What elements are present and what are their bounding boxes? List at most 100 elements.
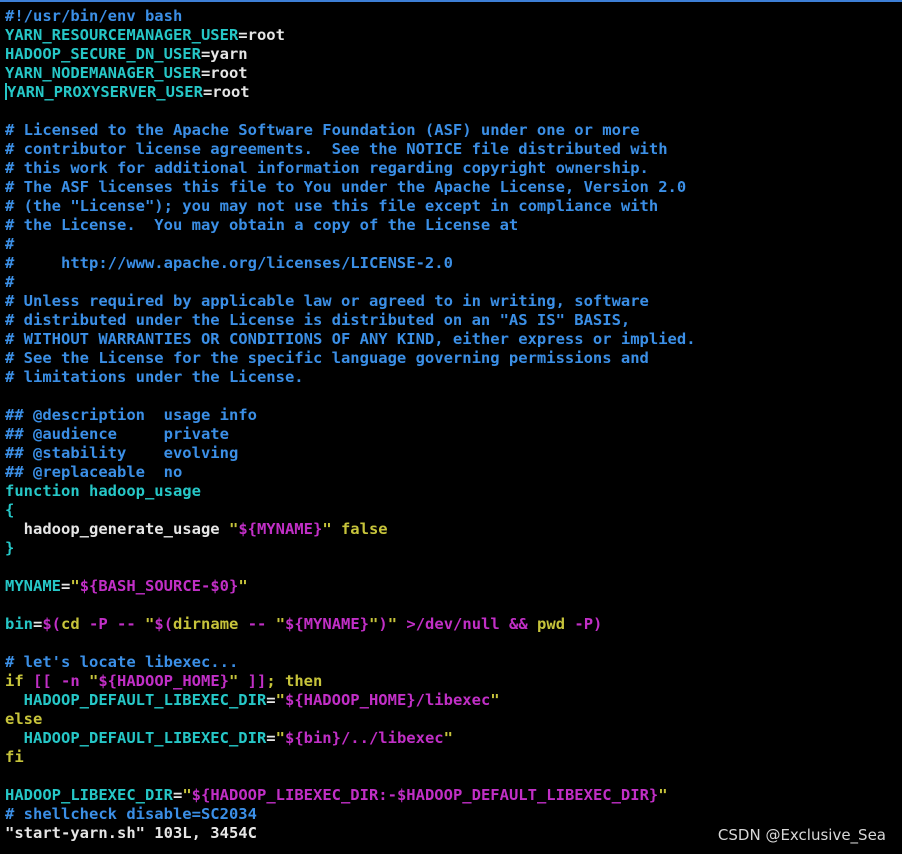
code-line[interactable]: bin=$(cd -P -- "$(dirname -- "${MYNAME}"…: [5, 615, 696, 634]
code-line[interactable]: # The ASF licenses this file to You unde…: [5, 178, 696, 197]
code-line[interactable]: }: [5, 539, 696, 558]
code-line[interactable]: # (the "License"); you may not use this …: [5, 197, 696, 216]
code-line[interactable]: YARN_PROXYSERVER_USER=root: [5, 83, 696, 102]
code-line[interactable]: [5, 767, 696, 786]
terminal-window[interactable]: #!/usr/bin/env bash YARN_RESOURCEMANAGER_…: [0, 0, 902, 854]
code-line[interactable]: HADOOP_DEFAULT_LIBEXEC_DIR="${bin}/../li…: [5, 729, 696, 748]
code-token: # The ASF licenses this file to You unde…: [5, 178, 687, 196]
code-token: pwd: [537, 615, 575, 633]
code-line[interactable]: [5, 634, 696, 653]
code-line[interactable]: ## @description usage info: [5, 406, 696, 425]
code-line[interactable]: [5, 558, 696, 577]
code-token: function hadoop_usage: [5, 482, 201, 500]
code-line[interactable]: function hadoop_usage: [5, 482, 696, 501]
code-token: ": [275, 729, 285, 747]
code-token: # contributor license agreements. See th…: [5, 140, 668, 158]
code-token: YARN_RESOURCEMANAGER_USER: [5, 26, 239, 44]
code-token: =: [266, 691, 276, 709]
code-line[interactable]: [5, 596, 696, 615]
code-token: #: [5, 273, 15, 291]
code-line[interactable]: [5, 387, 696, 406]
code-line[interactable]: #!/usr/bin/env bash: [5, 7, 696, 26]
code-token: ${MYNAME}: [285, 615, 370, 633]
code-line[interactable]: # Licensed to the Apache Software Founda…: [5, 121, 696, 140]
code-token: dirname: [173, 615, 248, 633]
code-token: YARN_PROXYSERVER_USER: [7, 83, 203, 101]
code-token: # shellcheck disable=SC2034: [5, 805, 257, 823]
code-token: # Licensed to the Apache Software Founda…: [5, 121, 640, 139]
code-token: ": [182, 786, 192, 804]
code-token: ": [658, 786, 668, 804]
code-line[interactable]: # http://www.apache.org/licenses/LICENSE…: [5, 254, 696, 273]
code-token: ): [378, 615, 388, 633]
code-token: {: [5, 501, 15, 519]
code-token: ]]: [247, 672, 267, 690]
code-token: ": [275, 615, 286, 633]
code-line[interactable]: MYNAME="${BASH_SOURCE-$0}": [5, 577, 696, 596]
code-line[interactable]: #: [5, 235, 696, 254]
code-line[interactable]: else: [5, 710, 696, 729]
code-line[interactable]: HADOOP_DEFAULT_LIBEXEC_DIR= "${HADOOP_HOM…: [5, 691, 696, 710]
code-token: =: [33, 615, 43, 633]
code-token: ; then: [266, 672, 323, 690]
code-line[interactable]: ## @stability evolving: [5, 444, 696, 463]
code-token: HADOOP_DEFAULT_LIBEXEC_DIR: [5, 729, 267, 747]
code-line[interactable]: YARN_NODEMANAGER_USER=root: [5, 64, 696, 83]
code-token: =root: [202, 83, 250, 101]
code-line[interactable]: # contributor license agreements. See th…: [5, 140, 696, 159]
code-line[interactable]: YARN_RESOURCEMANAGER_USER=root: [5, 26, 696, 45]
code-token: ": [145, 615, 155, 633]
code-token: =: [61, 577, 71, 595]
code-token: [[ -n: [33, 672, 89, 690]
code-token: ": [70, 577, 80, 595]
code-line[interactable]: fi: [5, 748, 696, 767]
code-token: # See the License for the specific langu…: [5, 349, 649, 367]
code-token: ": [490, 691, 500, 709]
code-token: >/dev/null &&: [406, 615, 538, 633]
code-token: ": [89, 672, 99, 690]
code-token: =yarn: [200, 45, 248, 63]
code-line[interactable]: HADOOP_SECURE_DN_USER=yarn: [5, 45, 696, 64]
code-line[interactable]: # let's locate libexec...: [5, 653, 696, 672]
code-line[interactable]: # WITHOUT WARRANTIES OR CONDITIONS OF AN…: [5, 330, 696, 349]
code-token: # http://www.apache.org/licenses/LICENSE…: [5, 254, 453, 272]
code-line[interactable]: #: [5, 273, 696, 292]
code-token: ": [369, 615, 379, 633]
code-token: # distributed under the License is distr…: [5, 311, 631, 329]
code-token: ${HADOOP_HOME}/libexec: [284, 691, 491, 709]
code-line[interactable]: HADOOP_LIBEXEC_DIR="${HADOOP_LIBEXEC_DIR…: [5, 786, 696, 805]
watermark: CSDN @Exclusive_Sea: [717, 826, 886, 844]
code-token: ": [228, 520, 239, 538]
code-line[interactable]: ## @audience private: [5, 425, 696, 444]
code-line[interactable]: # distributed under the License is distr…: [5, 311, 696, 330]
code-token: cd: [61, 615, 90, 633]
code-line[interactable]: if [[ -n "${HADOOP_HOME}" ]]; then: [5, 672, 696, 691]
code-line[interactable]: ## @replaceable no: [5, 463, 696, 482]
editor-buffer[interactable]: #!/usr/bin/env bash YARN_RESOURCEMANAGER_…: [5, 7, 696, 843]
code-token: ${HADOOP_HOME}: [98, 672, 229, 690]
code-token: -P --: [89, 615, 146, 633]
code-token: if: [5, 672, 33, 690]
code-token: else: [5, 710, 43, 728]
code-line[interactable]: # the License. You may obtain a copy of …: [5, 216, 696, 235]
code-line[interactable]: hadoop_generate_usage "${MYNAME}" false: [5, 520, 696, 539]
code-token: ": [229, 672, 248, 690]
code-token: --: [247, 615, 276, 633]
code-token: MYNAME: [5, 577, 61, 595]
code-token: =root: [238, 26, 285, 44]
code-line[interactable]: # See the License for the specific langu…: [5, 349, 696, 368]
code-token: ${HADOOP_LIBEXEC_DIR:-$HADOOP_DEFAULT_LI…: [191, 786, 659, 804]
code-line[interactable]: [5, 102, 696, 121]
code-token: }: [5, 539, 15, 557]
code-token: # Unless required by applicable law or a…: [5, 292, 649, 310]
status-line: "start-yarn.sh" 103L, 3454C: [5, 824, 257, 842]
code-token: # limitations under the License.: [5, 368, 304, 386]
code-line[interactable]: # this work for additional information r…: [5, 159, 696, 178]
code-line[interactable]: # Unless required by applicable law or a…: [5, 292, 696, 311]
code-token: ": [238, 577, 248, 595]
code-line[interactable]: # shellcheck disable=SC2034: [5, 805, 696, 824]
code-line[interactable]: {: [5, 501, 696, 520]
code-token: #: [5, 235, 15, 253]
code-token: HADOOP_DEFAULT_LIBEXEC_DIR: [5, 691, 267, 709]
code-line[interactable]: # limitations under the License.: [5, 368, 696, 387]
